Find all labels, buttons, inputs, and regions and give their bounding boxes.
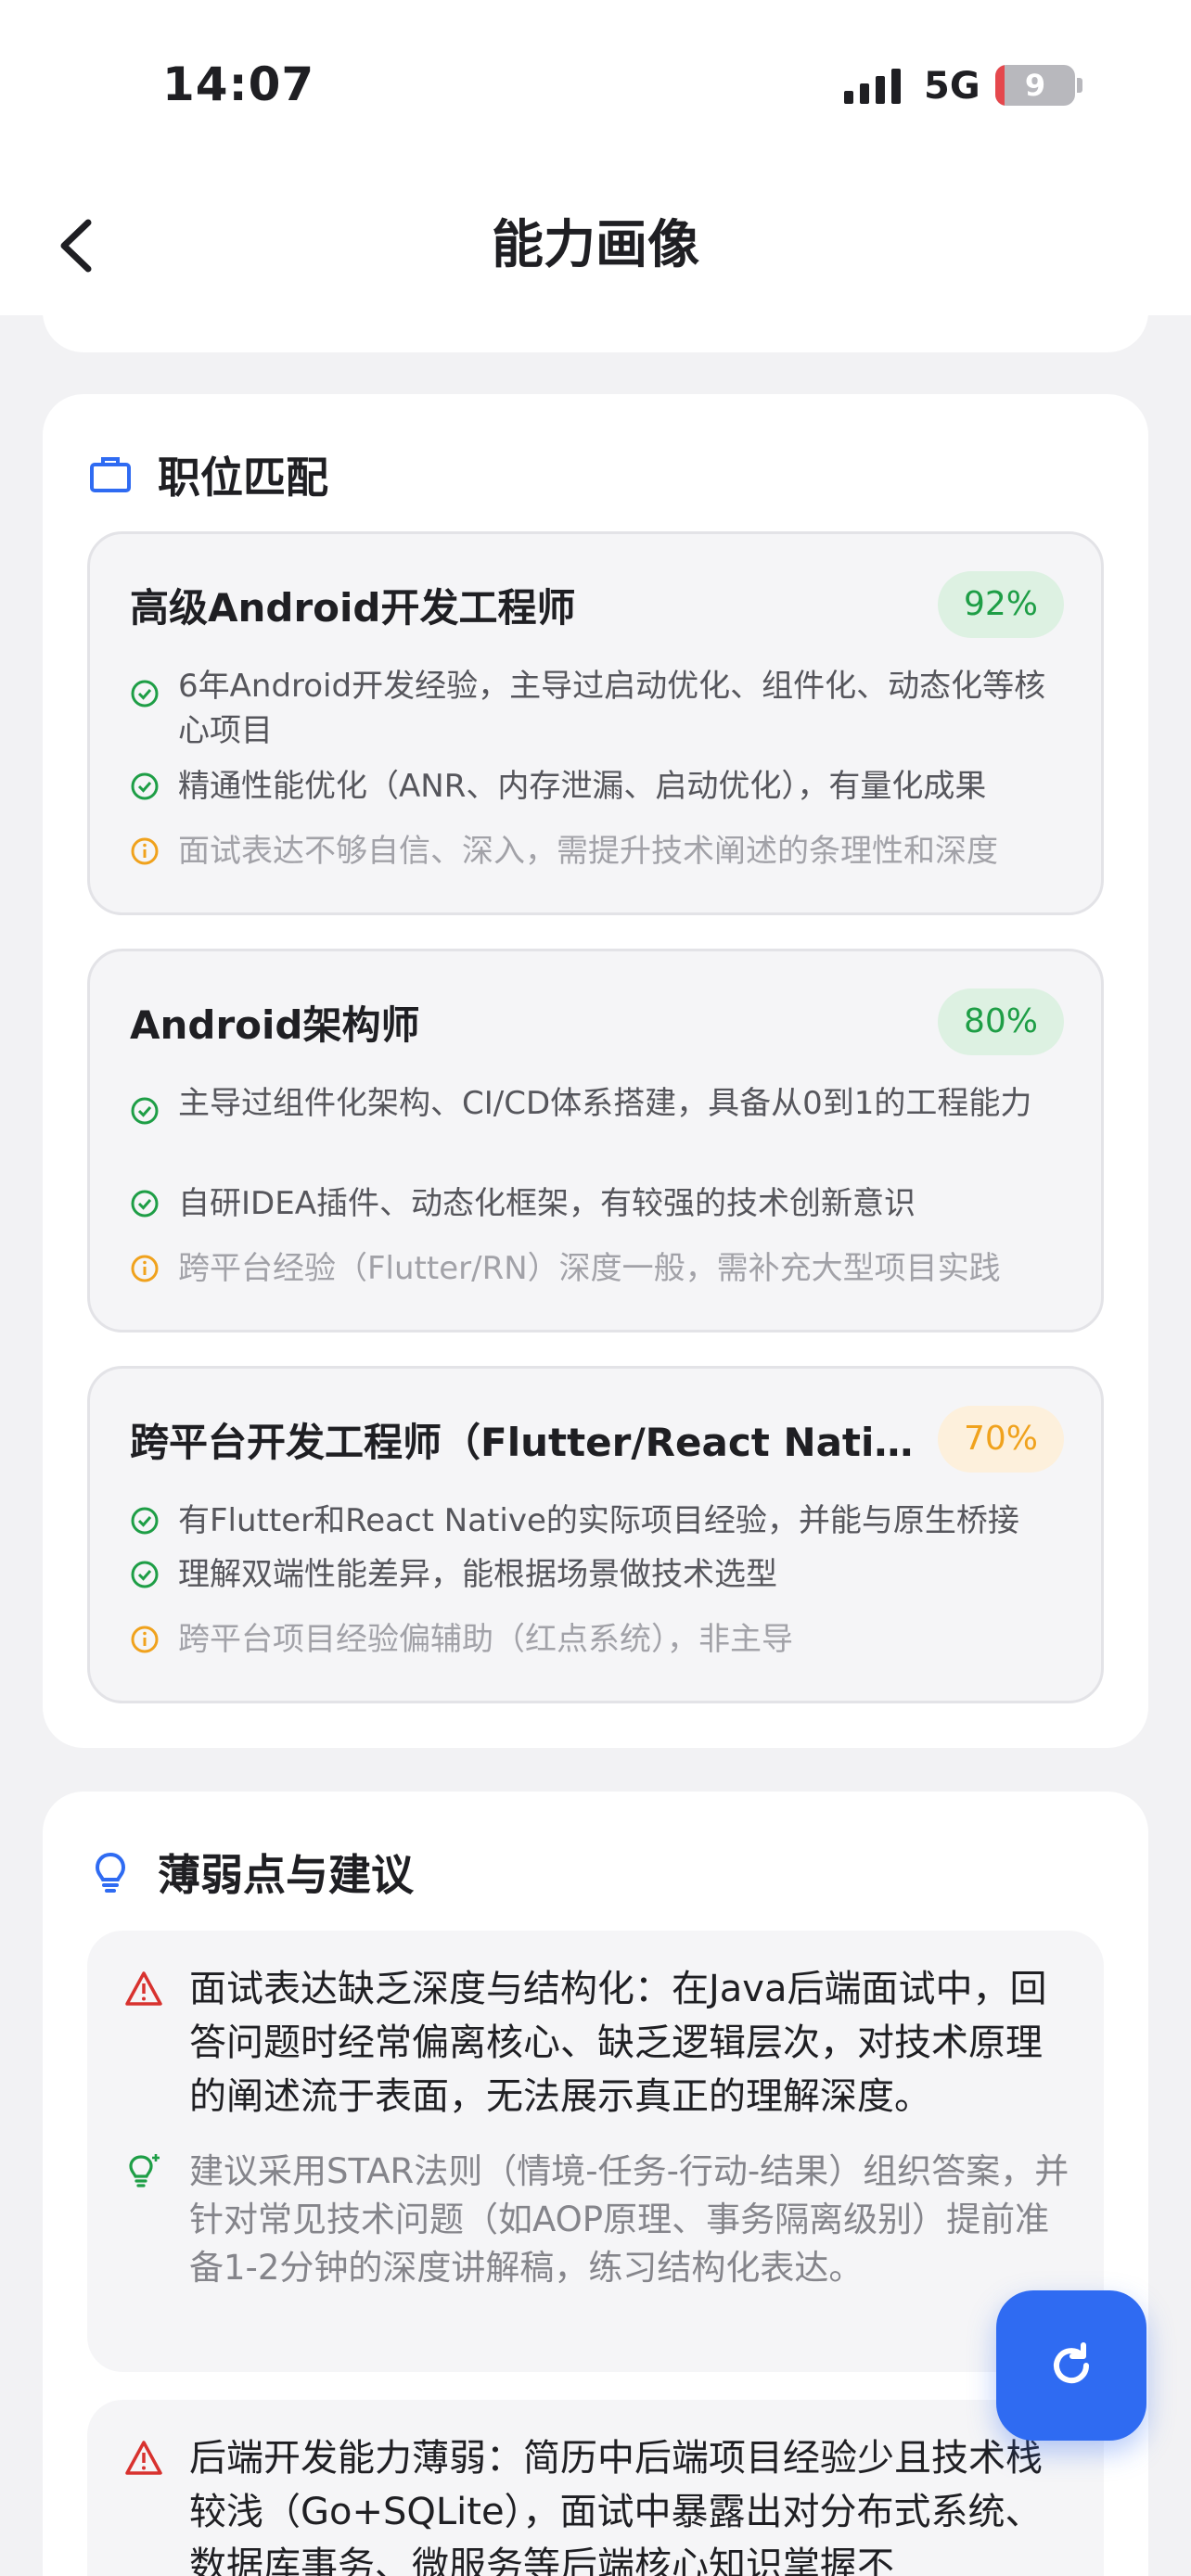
job-match-card: 职位匹配 高级Android开发工程师 92% 6年Android开发经验，主导…: [43, 394, 1148, 1748]
job-role-title: 高级Android开发工程师: [130, 585, 576, 631]
weakness-item: 后端开发能力薄弱：简历中后端项目经验少且技术栈较浅（Go+SQLite），面试中…: [87, 2400, 1104, 2576]
job-match-item[interactable]: Android架构师 80% 主导过组件化架构、CI/CD体系搭建，具备从0到1…: [87, 949, 1104, 1333]
lightbulb-icon: [95, 1852, 126, 1893]
status-bar: 14:07 5G 9: [0, 0, 1191, 176]
info-circle-icon: [131, 1626, 159, 1653]
job-role-title: Android架构师: [130, 1002, 420, 1048]
refresh-button[interactable]: [996, 2290, 1146, 2441]
strength-text: 精通性能优化（ANR、内存泄漏、启动优化），有量化成果: [178, 768, 987, 805]
weakness-text: 面试表达缺乏深度与结构化：在Java后端面试中，回答问题时经常偏离核心、缺乏逻辑…: [189, 1968, 1047, 2118]
battery-level: 9: [1024, 68, 1046, 103]
signal-icon: [844, 69, 901, 104]
strength-text: 有Flutter和React Native的实际项目经验，并能与原生桥接: [178, 1502, 1019, 1539]
weakness-item: 面试表达缺乏深度与结构化：在Java后端面试中，回答问题时经常偏离核心、缺乏逻辑…: [87, 1931, 1104, 2372]
improvement-point: 跨平台项目经验偏辅助（红点系统），非主导: [130, 1617, 1067, 1662]
strength-point: 精通性能优化（ANR、内存泄漏、启动优化），有量化成果: [130, 764, 1067, 809]
network-type: 5G: [924, 65, 980, 108]
job-match-header: 职位匹配: [89, 444, 328, 505]
strength-point: 6年Android开发经验，主导过启动优化、组件化、动态化等核心项目: [130, 664, 1067, 753]
info-circle-icon: [131, 1255, 159, 1282]
battery-icon: 9: [995, 65, 1075, 106]
check-circle-icon: [131, 680, 159, 708]
battery-tip: [1077, 78, 1082, 93]
match-score-badge: 70%: [938, 1406, 1064, 1473]
job-role-title: 跨平台开发工程师（Flutter/React Native）: [130, 1420, 918, 1465]
weakness-text: 后端开发能力薄弱：简历中后端项目经验少且技术栈较浅（Go+SQLite），面试中…: [189, 2437, 1043, 2576]
check-circle-icon: [131, 1507, 159, 1535]
idea-bulb-icon: [129, 2154, 160, 2187]
suggestion-point: 建议采用STAR法则（情境-任务-行动-结果）组织答案，并针对常见技术问题（如A…: [124, 2148, 1070, 2292]
check-circle-icon: [131, 1190, 159, 1218]
improvement-point: 跨平台经验（Flutter/RN）深度一般，需补充大型项目实践: [130, 1246, 1067, 1291]
weakness-title: 薄弱点与建议: [158, 1850, 414, 1900]
improvement-text: 面试表达不够自信、深入，需提升技术阐述的条理性和深度: [178, 833, 998, 870]
warning-triangle-icon: [125, 2441, 162, 2475]
weakness-point: 面试表达缺乏深度与结构化：在Java后端面试中，回答问题时经常偏离核心、缺乏逻辑…: [124, 1962, 1070, 2123]
improvement-point: 面试表达不够自信、深入，需提升技术阐述的条理性和深度: [130, 829, 1067, 874]
suggestion-text: 建议采用STAR法则（情境-任务-行动-结果）组织答案，并针对常见技术问题（如A…: [189, 2151, 1069, 2288]
strength-text: 主导过组件化架构、CI/CD体系搭建，具备从0到1的工程能力: [178, 1085, 1032, 1122]
job-match-title: 职位匹配: [158, 453, 328, 503]
status-time: 14:07: [162, 57, 315, 111]
check-circle-icon: [131, 1561, 159, 1588]
job-match-item[interactable]: 高级Android开发工程师 92% 6年Android开发经验，主导过启动优化…: [87, 531, 1104, 915]
warning-triangle-icon: [125, 1971, 162, 2006]
job-match-item[interactable]: 跨平台开发工程师（Flutter/React Native） 70% 有Flut…: [87, 1366, 1104, 1703]
match-score-badge: 92%: [938, 571, 1064, 638]
check-circle-icon: [131, 1097, 159, 1125]
previous-card-bottom: [43, 278, 1148, 352]
briefcase-icon: [90, 457, 131, 492]
weakness-card: 薄弱点与建议 面试表达缺乏深度与结构化：在Java后端面试中，回答问题时经常偏离…: [43, 1792, 1148, 2576]
info-circle-icon: [131, 837, 159, 865]
strength-point: 有Flutter和React Native的实际项目经验，并能与原生桥接: [130, 1498, 1067, 1543]
improvement-text: 跨平台经验（Flutter/RN）深度一般，需补充大型项目实践: [178, 1250, 1001, 1287]
back-arrow-icon[interactable]: [51, 213, 107, 278]
strength-point: 理解双端性能差异，能根据场景做技术选型: [130, 1552, 1067, 1597]
improvement-text: 跨平台项目经验偏辅助（红点系统），非主导: [178, 1621, 793, 1658]
strength-text: 自研IDEA插件、动态化框架，有较强的技术创新意识: [178, 1185, 916, 1222]
weakness-header: 薄弱点与建议: [89, 1842, 414, 1903]
strength-text: 理解双端性能差异，能根据场景做技术选型: [178, 1556, 777, 1593]
check-circle-icon: [131, 772, 159, 800]
match-score-badge: 80%: [938, 988, 1064, 1055]
weakness-point: 后端开发能力薄弱：简历中后端项目经验少且技术栈较浅（Go+SQLite），面试中…: [124, 2431, 1070, 2576]
refresh-icon: [1054, 2342, 1090, 2384]
strength-text: 6年Android开发经验，主导过启动优化、组件化、动态化等核心项目: [178, 668, 1046, 749]
strength-point: 主导过组件化架构、CI/CD体系搭建，具备从0到1的工程能力: [130, 1081, 1067, 1126]
strength-point: 自研IDEA插件、动态化框架，有较强的技术创新意识: [130, 1181, 1067, 1226]
